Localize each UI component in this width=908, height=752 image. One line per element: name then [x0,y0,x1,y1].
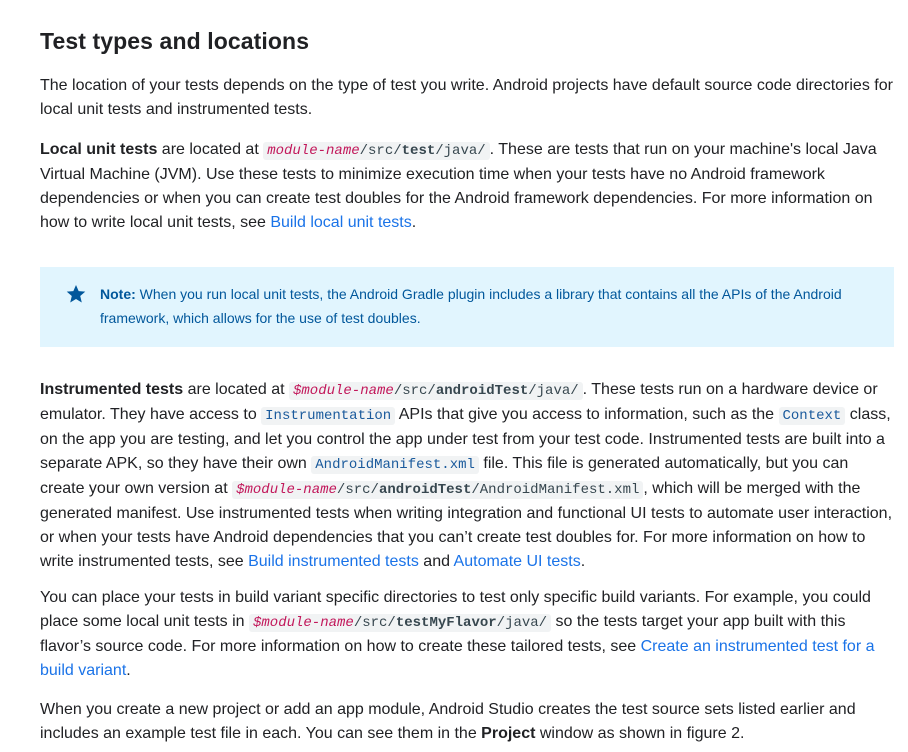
code-seg: /AndroidManifest.xml [471,482,640,498]
star-icon [66,285,86,303]
code-var: module-name [267,143,360,159]
inst-text-7: and [418,553,454,570]
closing-paragraph: When you create a new project or add an … [40,698,894,746]
automate-ui-tests-link[interactable]: Automate UI tests [454,553,581,570]
code-seg-bold: androidTest [435,383,529,399]
note-label: Note: [100,286,136,302]
local-tests-lead: Local unit tests [40,141,158,158]
code-seg-bold: testMyFlavor [395,615,497,631]
note-body: When you run local unit tests, the Andro… [100,286,842,326]
intro-text: The location of your tests depends on th… [40,77,893,118]
code-var: $module-name [236,482,337,498]
code-seg-bold: test [401,143,436,159]
note-callout: Note: When you run local unit tests, the… [40,267,894,347]
code-seg: /java/ [435,143,486,159]
android-manifest-code-link[interactable]: AndroidManifest.xml [311,456,479,474]
code-seg-bold: androidTest [378,482,472,498]
project-window-bold: Project [481,725,536,742]
code-seg: /java/ [528,383,579,399]
article-section: Test types and locations The location of… [0,0,908,752]
build-variants-paragraph: You can place your tests in build varian… [40,586,894,683]
local-tests-paragraph: Local unit tests are located at module-n… [40,138,894,235]
local-text-3: . [411,214,417,231]
code-seg: /src/ [353,615,396,631]
code-seg: /java/ [496,615,548,631]
instrumentation-code-link[interactable]: Instrumentation [261,407,396,425]
section-heading: Test types and locations [40,28,310,54]
manifest-path-code: $module-name/src/androidTest/AndroidMani… [232,481,644,499]
build-local-unit-tests-link[interactable]: Build local unit tests [270,214,411,231]
code-var: $module-name [253,615,354,631]
closing-text-2: window as shown in figure 2. [535,725,745,742]
inst-text-8: . [580,553,586,570]
code-var: $module-name [292,383,394,399]
flavor-path-code: $module-name/src/testMyFlavor/java/ [249,614,552,632]
intro-paragraph: The location of your tests depends on th… [40,74,894,122]
variants-text-3: . [126,662,131,679]
inst-text-1: are located at [183,381,289,398]
code-seg: /src/ [359,143,402,159]
local-path-code: module-name/src/test/java/ [263,142,490,160]
local-text-1: are located at [157,141,264,158]
context-code-link[interactable]: Context [778,407,846,425]
instrumented-path-code: $module-name/src/androidTest/java/ [288,382,583,400]
build-instrumented-tests-link[interactable]: Build instrumented tests [248,553,419,570]
code-seg: /src/ [393,383,436,399]
code-seg: /src/ [336,482,379,498]
instrumented-tests-lead: Instrumented tests [40,381,184,398]
inst-text-3: APIs that give you access to information… [395,406,779,423]
instrumented-tests-paragraph: Instrumented tests are located at $modul… [40,378,894,574]
note-text: Note: When you run local unit tests, the… [100,282,860,330]
